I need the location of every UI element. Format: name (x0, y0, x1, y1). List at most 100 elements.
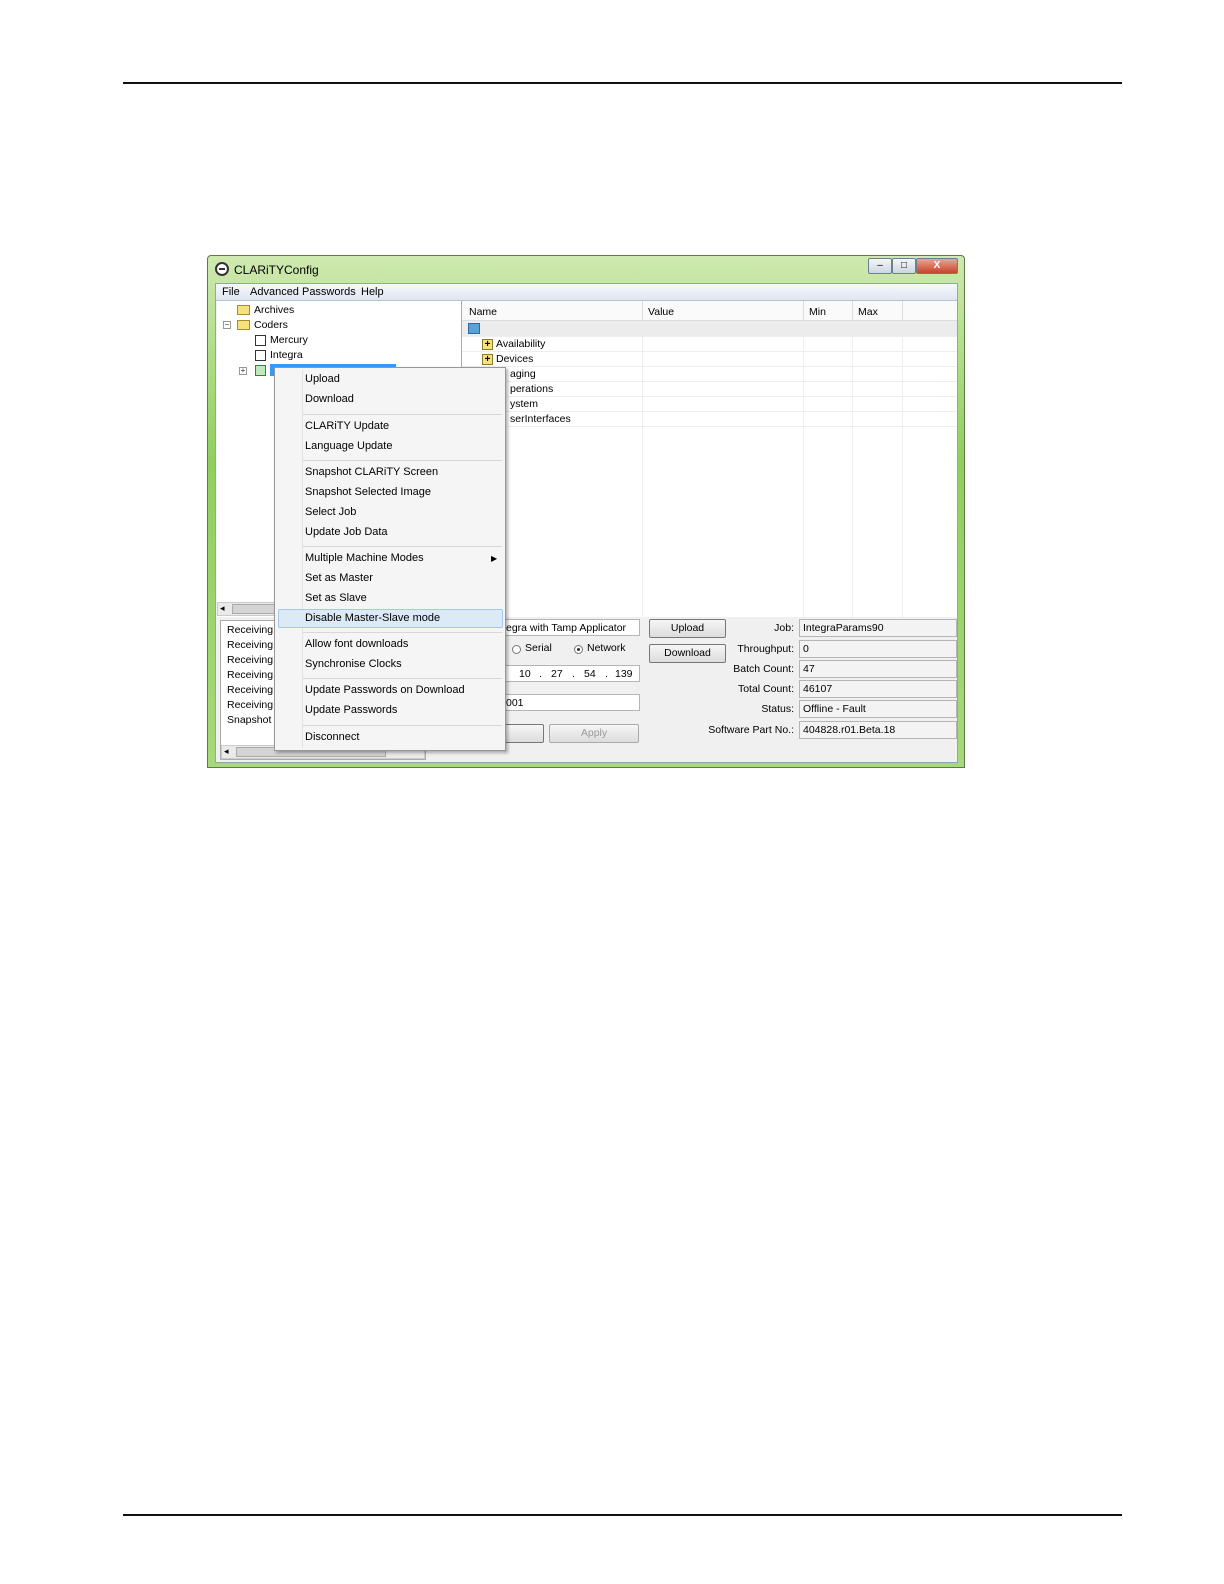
grid-row[interactable] (462, 366, 957, 382)
total-count-value: 46107 (799, 680, 957, 698)
ip-address-field[interactable]: 10 . 27 . 54 . 139 (502, 665, 640, 682)
menu-item-select-job[interactable]: Select Job (305, 506, 356, 518)
close-button[interactable]: X (916, 258, 958, 274)
scroll-left-icon[interactable]: ◂ (220, 603, 225, 614)
menu-item-update-job-data[interactable]: Update Job Data (305, 526, 388, 538)
column-name[interactable]: Name (469, 306, 497, 318)
device-name-field[interactable]: egra with Tamp Applicator (502, 619, 640, 636)
tree-item-label: Archives (254, 304, 295, 316)
grid-row[interactable] (462, 351, 957, 367)
throughput-label: Throughput: (737, 643, 794, 655)
log-line: Receiving I (227, 684, 279, 696)
expand-icon[interactable]: + (482, 338, 493, 350)
menu-advanced-passwords[interactable]: Advanced Passwords (250, 286, 356, 298)
ip-dot: . (605, 668, 608, 680)
software-part-value: 404828.r01.Beta.18 (799, 721, 957, 739)
menu-item-disable-master-slave[interactable]: Disable Master-Slave mode (305, 612, 440, 624)
menu-item-language-update[interactable]: Language Update (305, 440, 392, 452)
menu-item-upload[interactable]: Upload (305, 373, 340, 385)
ip-octet-3[interactable]: 54 (584, 666, 596, 681)
tree-item-coders[interactable]: Coders (237, 318, 288, 332)
title-bar[interactable]: CLARiTYConfig – □ X (208, 256, 964, 284)
maximize-button[interactable]: □ (892, 258, 916, 274)
status-label: Status: (761, 703, 794, 715)
serial-radio[interactable] (512, 645, 521, 654)
column-separator (902, 301, 903, 320)
grid-row-root[interactable] (462, 321, 957, 337)
folder-icon (237, 305, 250, 315)
footer-rule (123, 1514, 1122, 1516)
grid-item-label: Availability (496, 338, 546, 350)
ip-octet-4[interactable]: 139 (615, 666, 633, 681)
job-value: IntegraParams90 (799, 619, 957, 637)
expand-icon[interactable]: + (239, 367, 247, 375)
expand-icon[interactable]: + (482, 353, 493, 365)
port-field[interactable]: 001 (502, 694, 640, 711)
menu-help[interactable]: Help (361, 286, 384, 298)
tree-item-mercury[interactable]: Mercury (255, 333, 308, 347)
grid-item-userinterfaces[interactable]: serInterfaces (510, 413, 571, 425)
grid-item-availability[interactable]: + Availability (482, 338, 545, 350)
collapse-icon[interactable]: − (223, 321, 231, 329)
grid-item-label: Devices (496, 353, 534, 365)
minimize-button[interactable]: – (868, 258, 892, 274)
printer-icon (255, 334, 266, 346)
tree-item-integra[interactable]: Integra (255, 348, 303, 362)
menu-item-synchronise-clocks[interactable]: Synchronise Clocks (305, 658, 402, 670)
menu-item-set-slave[interactable]: Set as Slave (305, 592, 367, 604)
window-title: CLARiTYConfig (234, 263, 319, 277)
grid-item-system[interactable]: ystem (510, 398, 538, 410)
menu-item-clarity-update[interactable]: CLARiTY Update (305, 420, 389, 432)
menu-item-set-master[interactable]: Set as Master (305, 572, 373, 584)
upload-button[interactable]: Upload (649, 619, 726, 638)
grid-item-devices[interactable]: + Devices (482, 353, 533, 365)
menu-item-update-passwords[interactable]: Update Passwords (305, 704, 397, 716)
menu-separator (303, 546, 502, 547)
log-line: Receiving I (227, 624, 279, 636)
software-part-label: Software Part No.: (708, 724, 794, 736)
tree-item-label: Mercury (270, 334, 308, 346)
log-line: Receiving I (227, 654, 279, 666)
apply-button[interactable]: Apply (549, 724, 639, 743)
job-label: Job: (774, 622, 794, 634)
tree-item-archives[interactable]: Archives (237, 303, 294, 317)
folder-icon (237, 320, 250, 330)
network-label: Network (587, 642, 626, 654)
status-value: Offline - Fault (799, 700, 957, 718)
batch-count-label: Batch Count: (733, 663, 794, 675)
grid-item-imaging[interactable]: aging (510, 368, 536, 380)
download-button[interactable]: Download (649, 644, 726, 663)
grid-item-label: serInterfaces (510, 413, 571, 425)
grid-item-operations[interactable]: perations (510, 383, 553, 395)
column-max[interactable]: Max (858, 306, 878, 318)
printer-online-icon (255, 364, 266, 376)
menu-item-multiple-machine-modes[interactable]: Multiple Machine Modes (305, 552, 424, 564)
ip-dot: . (572, 668, 575, 680)
network-radio[interactable] (574, 645, 583, 654)
menu-separator (303, 678, 502, 679)
menu-item-update-passwords-on-download[interactable]: Update Passwords on Download (305, 684, 465, 696)
menu-bar: File Advanced Passwords Help (216, 284, 957, 301)
menu-item-allow-font-downloads[interactable]: Allow font downloads (305, 638, 408, 650)
column-value[interactable]: Value (648, 306, 674, 318)
throughput-value: 0 (799, 640, 957, 658)
menu-item-snapshot-screen[interactable]: Snapshot CLARiTY Screen (305, 466, 438, 478)
context-menu: Upload Download CLARiTY Update Language … (274, 367, 506, 751)
log-line: Receiving I (227, 669, 279, 681)
scroll-left-icon[interactable]: ◂ (224, 746, 229, 757)
menu-separator (303, 632, 502, 633)
ip-octet-2[interactable]: 27 (551, 666, 563, 681)
log-line: Receiving I (227, 699, 279, 711)
root-node-icon[interactable] (468, 323, 480, 334)
menu-item-download[interactable]: Download (305, 393, 354, 405)
grid-item-label: aging (510, 368, 536, 380)
column-min[interactable]: Min (809, 306, 826, 318)
parameter-grid[interactable]: Name Value Min Max + Availability + Devi… (462, 301, 957, 617)
menu-item-snapshot-image[interactable]: Snapshot Selected Image (305, 486, 431, 498)
printer-icon (255, 349, 266, 361)
menu-file[interactable]: File (222, 286, 240, 298)
menu-separator (303, 414, 502, 415)
menu-item-disconnect[interactable]: Disconnect (305, 731, 359, 743)
ip-octet-1[interactable]: 10 (519, 666, 531, 681)
menu-separator (303, 725, 502, 726)
